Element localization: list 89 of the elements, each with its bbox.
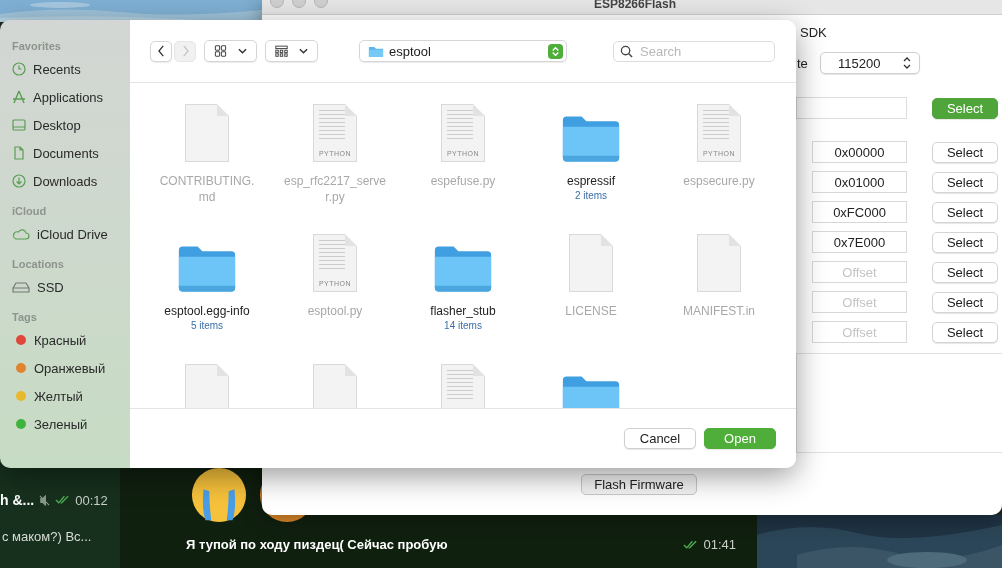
message-time: 01:41 (703, 537, 736, 552)
document-icon[interactable] (185, 104, 229, 162)
sidebar-item[interactable]: Оранжевый (12, 354, 130, 382)
folder-icon (368, 44, 384, 58)
group-grid-icon (275, 45, 289, 57)
select-button[interactable]: Select (932, 141, 998, 163)
document-icon[interactable] (697, 234, 741, 292)
file-name: CONTRIBUTING.md (158, 173, 256, 205)
sidebar-heading: Locations (12, 257, 65, 271)
sidebar-heading: Tags (12, 310, 38, 324)
file-name: flasher_stub (429, 303, 497, 319)
cancel-button[interactable]: Cancel (624, 428, 696, 449)
chevron-down-icon (298, 48, 308, 54)
sidebar-item[interactable]: iCloud Drive (12, 220, 130, 248)
document-icon (12, 146, 26, 160)
offset-field[interactable]: 0x7E000 (812, 231, 907, 253)
offset-field[interactable]: Offset (812, 291, 907, 313)
double-check-icon (55, 495, 71, 505)
chevron-down-icon (237, 48, 247, 54)
offset-field[interactable]: Offset (812, 321, 907, 343)
search-field[interactable]: Search (613, 40, 775, 62)
window-title: ESP8266Flash (594, 0, 677, 11)
item-count: 5 items (190, 319, 224, 333)
download-icon (12, 174, 26, 188)
search-icon (620, 44, 633, 58)
sidebar-item[interactable]: Recents (12, 55, 130, 83)
file-name: MANIFEST.in (682, 303, 756, 319)
flash-firmware-button[interactable]: Flash Firmware (581, 474, 697, 495)
select-button[interactable]: Select (932, 261, 998, 283)
up-down-arrows-icon (903, 57, 911, 69)
stepper-icon (548, 43, 563, 59)
file-name: espressif (566, 173, 616, 189)
baud-select[interactable]: 115200 (820, 52, 920, 74)
clock-icon (12, 62, 26, 76)
file-name: esptool.egg-info (163, 303, 251, 319)
folder-icon[interactable] (177, 243, 237, 293)
file-name: esptool.py (306, 303, 364, 319)
grid-icon (214, 45, 228, 57)
muted-icon (39, 494, 51, 506)
select-button[interactable]: Select (932, 171, 998, 193)
select-button[interactable]: Select (932, 201, 998, 223)
item-count: 14 items (444, 319, 482, 333)
select-button[interactable]: Select (932, 321, 998, 343)
cloud-icon (12, 228, 30, 240)
back-button[interactable] (150, 40, 172, 62)
document-icon[interactable] (313, 364, 357, 408)
offset-field[interactable]: 0x01000 (812, 171, 907, 193)
file-name: LICENSE (564, 303, 618, 319)
offset-field[interactable]: 0x00000 (812, 141, 907, 163)
chat-time: 00:12 (75, 492, 108, 508)
sidebar-item[interactable]: Documents (12, 139, 130, 167)
folder-icon[interactable] (433, 243, 493, 293)
item-count: 2 items (574, 189, 608, 203)
document-icon[interactable] (569, 234, 613, 292)
baud-label: te (796, 55, 809, 71)
emoji-icon (190, 466, 248, 524)
folder-icon[interactable] (561, 113, 621, 163)
python-file-icon[interactable] (441, 364, 485, 408)
sidebar-item[interactable]: Зеленый (12, 410, 130, 438)
sidebar-heading: iCloud (12, 204, 48, 218)
sidebar-item[interactable]: Desktop (12, 111, 130, 139)
document-icon[interactable] (185, 364, 229, 408)
chevron-left-icon (157, 45, 165, 57)
location-popup[interactable]: esptool (359, 40, 567, 62)
message-text: Я тупой по ходу пиздец( Сейчас пробую (186, 537, 449, 552)
folder-icon[interactable] (561, 373, 621, 408)
chat-title[interactable]: h &... (0, 492, 35, 508)
file-name: espsecure.py (682, 173, 756, 189)
file-path-field[interactable] (796, 97, 907, 119)
sidebar-heading: Favorites (12, 39, 62, 53)
file-name: esp_rfc2217_server.py (283, 173, 387, 205)
chevron-right-icon (181, 45, 189, 57)
group-button[interactable] (265, 40, 318, 62)
sidebar-item[interactable]: Applications (12, 83, 130, 111)
chat-preview: с маком?) Вс... (1, 529, 93, 544)
offset-field[interactable]: Offset (812, 261, 907, 283)
sidebar-item[interactable]: Желтый (12, 382, 130, 410)
file-name: espefuse.py (429, 173, 497, 189)
sidebar-item[interactable]: Красный (12, 326, 130, 354)
double-check-icon (683, 539, 699, 550)
sidebar-item[interactable]: Downloads (12, 167, 130, 195)
sdk-label: SDK (799, 24, 828, 42)
offset-field[interactable]: 0xFC000 (812, 201, 907, 223)
apps-icon (12, 90, 26, 104)
select-button[interactable]: Select (932, 231, 998, 253)
sidebar-item[interactable]: SSD (12, 273, 130, 301)
view-mode-button[interactable] (204, 40, 257, 62)
desktop-icon (12, 118, 26, 132)
select-button[interactable]: Select (932, 291, 998, 313)
